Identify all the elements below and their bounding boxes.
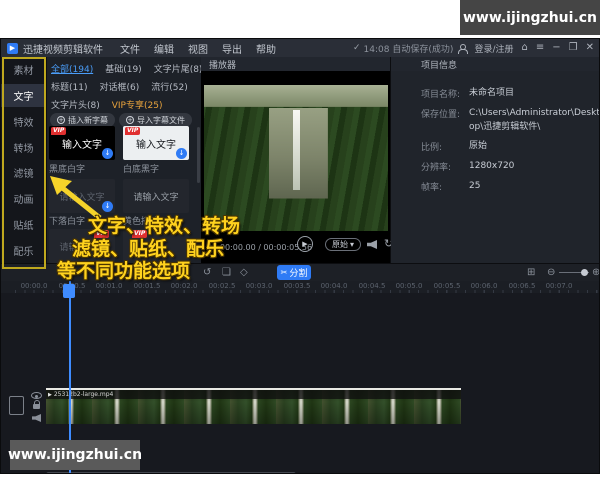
keyframe-icon[interactable]: ◇ xyxy=(240,266,248,279)
plus-icon: + xyxy=(126,116,134,124)
timeline-video-clip[interactable]: ▶ 25312b2-large.mp4 xyxy=(46,388,461,424)
app-title: 迅捷视频剪辑软件 xyxy=(23,41,103,56)
clip-filename: 25312b2-large.mp4 xyxy=(54,391,113,398)
ruler-label: 00:07.0 xyxy=(540,282,578,290)
play-icon: ▶ xyxy=(302,240,307,248)
ruler-label: 00:05.0 xyxy=(390,282,428,290)
autosave-text: 14:08 自动保存(成功) xyxy=(364,42,454,55)
tab-basic[interactable]: 基础(19) xyxy=(105,62,141,75)
ruler-label: 00:05.5 xyxy=(428,282,466,290)
tab-title[interactable]: 标题(11) xyxy=(51,80,87,93)
project-info-title: 项目信息 xyxy=(421,58,457,71)
minimize-button[interactable]: − xyxy=(552,43,560,53)
tab-vip[interactable]: VIP专享(25) xyxy=(112,98,163,111)
import-subtitle-button[interactable]: + 导入字幕文件 xyxy=(119,113,192,127)
ruler-label: 00:01.0 xyxy=(90,282,128,290)
menu-export[interactable]: 导出 xyxy=(215,41,249,56)
autosave-status: ✓ 14:08 自动保存(成功) xyxy=(353,42,453,55)
download-badge-icon[interactable]: ↓ xyxy=(102,148,113,159)
tab-row-2: 标题(11) 对话框(6) 流行(52) xyxy=(51,80,188,93)
user-icon xyxy=(457,44,466,53)
main-menu-icon[interactable]: ≡ xyxy=(536,43,544,53)
vip-badge: VIP xyxy=(125,127,140,135)
project-row: 保存位置:C:\Users\Administrator\Desktop\迅捷剪辑… xyxy=(421,107,600,134)
player-header: 播放器 xyxy=(201,57,390,71)
tab-dialog[interactable]: 对话框(6) xyxy=(99,80,139,93)
video-track-icon xyxy=(9,396,24,415)
download-badge-icon[interactable]: ↓ xyxy=(176,148,187,159)
tab-outro[interactable]: 文字片尾(8) xyxy=(154,62,201,75)
menu-file[interactable]: 文件 xyxy=(113,41,147,56)
clip-play-icon: ▶ xyxy=(48,392,52,398)
annotation-highlight-box xyxy=(2,57,46,269)
ruler-label: 00:04.5 xyxy=(353,282,391,290)
app-logo-icon: ▶ xyxy=(7,43,18,54)
ruler-label: 00:01.5 xyxy=(128,282,166,290)
split-button[interactable]: ✂ 分割 xyxy=(277,265,311,280)
card-label: 白底黑字 xyxy=(123,162,159,175)
text-template-card[interactable]: 请输入文字 xyxy=(123,179,189,213)
track-mute-icon[interactable] xyxy=(32,414,41,422)
insert-subtitle-button[interactable]: + 插入新字幕 xyxy=(50,113,115,127)
split-icon: ✂ xyxy=(281,268,288,277)
vip-badge: VIP xyxy=(51,127,66,135)
fit-timeline-icon[interactable]: ⊞ xyxy=(527,266,535,279)
project-row: 比例:原始 xyxy=(421,140,600,154)
plus-icon: + xyxy=(57,116,65,124)
ruler-label: 00:04.0 xyxy=(315,282,353,290)
project-row: 项目名称:未命名项目 xyxy=(421,87,600,101)
tab-row-1: 全部(194) 基础(19) 文字片尾(8) xyxy=(51,62,201,75)
menu-edit[interactable]: 编辑 xyxy=(147,41,181,56)
project-info-panel: 项目信息 项目名称:未命名项目 保存位置:C:\Users\Administra… xyxy=(391,57,600,263)
ruler-label: 00:03.0 xyxy=(240,282,278,290)
panel-scrollbar[interactable] xyxy=(197,127,200,183)
watermark-bottom: www.ijingzhui.cn xyxy=(10,440,140,470)
playhead-handle[interactable] xyxy=(63,284,75,298)
ruler-label: 00:06.0 xyxy=(465,282,503,290)
zoom-in-icon[interactable]: ⊕ xyxy=(592,266,600,279)
maximize-button[interactable]: ❐ xyxy=(569,43,578,53)
video-preview[interactable] xyxy=(204,85,388,231)
player-title: 播放器 xyxy=(209,58,236,71)
track-visibility-icon[interactable] xyxy=(31,392,42,399)
clip-label-bar: ▶ 25312b2-large.mp4 xyxy=(46,390,461,399)
titlebar-right: 登录/注册 ⌂ ≡ − ❐ ✕ xyxy=(457,42,594,55)
track-lock-icon[interactable] xyxy=(33,404,40,409)
home-icon[interactable]: ⌂ xyxy=(522,43,528,53)
project-info-header: 项目信息 xyxy=(391,57,600,71)
tab-row-3: 文字片头(8) VIP专享(25) xyxy=(51,98,162,111)
chevron-down-icon: ▾ xyxy=(350,240,354,249)
annotation-text-line3: 等不同功能选项 xyxy=(57,256,190,283)
menu-view[interactable]: 视图 xyxy=(181,41,215,56)
timeline-zoom-knob[interactable] xyxy=(581,269,588,276)
menu-help[interactable]: 帮助 xyxy=(249,41,283,56)
timeline-scrollbar[interactable] xyxy=(46,472,296,474)
tab-popular[interactable]: 流行(52) xyxy=(151,80,187,93)
project-row: 分辨率:1280x720 xyxy=(421,160,600,174)
check-icon: ✓ xyxy=(353,43,361,53)
play-button[interactable]: ▶ xyxy=(297,236,313,252)
screenshot-root: www.ijingzhui.cn ▶ 迅捷视频剪辑软件 文件 编辑 视图 导出 … xyxy=(0,0,600,480)
subtitle-buttons: + 插入新字幕 + 导入字幕文件 xyxy=(50,113,192,127)
zoom-out-icon[interactable]: ⊖ xyxy=(547,266,555,279)
quality-dropdown[interactable]: 原始 ▾ xyxy=(325,238,361,251)
watermark-top: www.ijingzhui.cn xyxy=(460,0,600,35)
tab-intro[interactable]: 文字片头(8) xyxy=(51,98,100,111)
login-register-link[interactable]: 登录/注册 xyxy=(474,42,513,55)
close-button[interactable]: ✕ xyxy=(586,43,594,53)
ruler-label: 00:02.0 xyxy=(165,282,203,290)
ruler-label: 00:02.5 xyxy=(203,282,241,290)
ruler-label: 00:06.5 xyxy=(503,282,541,290)
project-row: 帧率:25 xyxy=(421,180,600,194)
volume-icon[interactable] xyxy=(367,240,377,249)
ruler-label: 00:03.5 xyxy=(278,282,316,290)
undo-icon[interactable]: ↺ xyxy=(203,266,211,279)
ruler-label: 00:00.0 xyxy=(15,282,53,290)
tab-all[interactable]: 全部(194) xyxy=(51,62,93,75)
titlebar: ▶ 迅捷视频剪辑软件 文件 编辑 视图 导出 帮助 ✓ 14:08 自动保存(成… xyxy=(1,39,599,57)
copy-icon[interactable]: ❏ xyxy=(222,266,231,279)
